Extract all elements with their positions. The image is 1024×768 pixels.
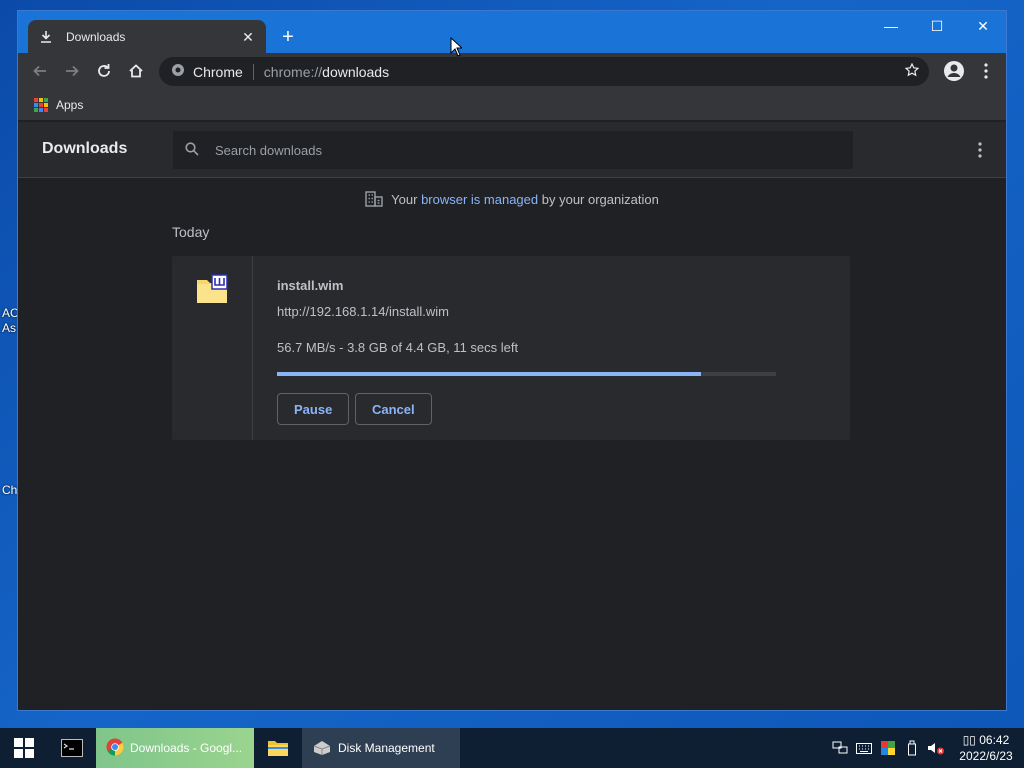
managed-suffix: by your organization: [541, 191, 659, 207]
keyboard-icon[interactable]: [852, 728, 876, 768]
address-bar[interactable]: Chrome chrome://downloads: [159, 57, 929, 86]
download-item: install.wim http://192.168.1.14/install.…: [172, 256, 850, 440]
new-tab-button[interactable]: +: [276, 25, 300, 49]
forward-icon[interactable]: [56, 55, 88, 87]
clock-date: 2022/6/23: [959, 749, 1013, 763]
reload-icon[interactable]: [88, 55, 120, 87]
home-icon[interactable]: [120, 55, 152, 87]
desktop-icon-label[interactable]: Ch: [2, 483, 17, 497]
file-icon: [196, 274, 228, 304]
browser-menu-icon[interactable]: [976, 57, 996, 85]
mouse-cursor-icon: [450, 37, 462, 57]
taskbar-chrome-label: Downloads - Googl...: [130, 741, 243, 755]
managed-notice: Your browser is managed by your organiza…: [18, 191, 1006, 210]
taskbar-disk-management-item[interactable]: Disk Management: [302, 728, 460, 768]
cancel-button[interactable]: Cancel: [355, 393, 432, 425]
minimize-icon[interactable]: —: [868, 11, 914, 41]
downloads-header: Downloads: [18, 122, 1006, 178]
taskbar-disk-label: Disk Management: [338, 741, 435, 755]
search-box[interactable]: [173, 131, 853, 169]
browser-window: Downloads ✕ + — ☐ ✕ Chrome chrome://down…: [17, 10, 1007, 711]
toolbar: Chrome chrome://downloads: [18, 53, 1006, 89]
taskbar-chrome-item[interactable]: Downloads - Googl...: [96, 728, 254, 768]
file-url[interactable]: http://192.168.1.14/install.wim: [277, 304, 449, 319]
maximize-icon[interactable]: ☐: [914, 11, 960, 41]
disk-management-icon: [312, 738, 332, 759]
building-icon: [365, 191, 383, 210]
network-icon[interactable]: [828, 728, 852, 768]
origin-chip: Chrome: [193, 63, 254, 80]
close-window-icon[interactable]: ✕: [960, 11, 1006, 41]
taskbar: Downloads - Googl... Disk Management ▯▯ …: [0, 728, 1024, 768]
url-scheme: chrome://: [263, 63, 323, 80]
clock-time: ▯▯ 06:42: [962, 733, 1010, 747]
close-icon[interactable]: ✕: [240, 29, 256, 45]
chrome-icon: [106, 738, 124, 759]
search-icon: [185, 141, 199, 159]
download-status: 56.7 MB/s - 3.8 GB of 4.4 GB, 11 secs le…: [277, 340, 519, 355]
pause-button[interactable]: Pause: [277, 393, 350, 425]
page-title: Downloads: [42, 140, 128, 157]
window-controls: — ☐ ✕: [868, 11, 1006, 41]
download-icon: [38, 29, 54, 45]
color-app-icon[interactable]: [876, 728, 900, 768]
usb-icon[interactable]: [900, 728, 924, 768]
managed-link[interactable]: browser is managed: [421, 192, 538, 207]
profile-icon[interactable]: [940, 57, 968, 85]
date-group-header: Today: [172, 224, 210, 240]
file-name[interactable]: install.wim: [277, 278, 343, 293]
page-menu-icon[interactable]: [978, 142, 982, 163]
managed-prefix: Your: [391, 191, 418, 207]
volume-muted-icon[interactable]: [924, 728, 948, 768]
system-tray: ▯▯ 06:42 2022/6/23: [828, 728, 1024, 768]
start-icon[interactable]: [0, 728, 48, 768]
file-icon-column: [172, 256, 253, 440]
apps-icon[interactable]: [34, 97, 48, 112]
url-text: chrome://downloads: [264, 64, 389, 80]
system-clock[interactable]: ▯▯ 06:42 2022/6/23: [948, 732, 1024, 764]
apps-bookmark[interactable]: Apps: [56, 98, 83, 112]
download-progress-bar: [277, 372, 776, 376]
title-bar[interactable]: Downloads ✕ + — ☐ ✕: [18, 11, 1006, 53]
url-path: downloads: [322, 63, 390, 80]
progress-fill: [277, 372, 702, 376]
bookmarks-bar: Apps: [18, 89, 1006, 121]
file-explorer-icon[interactable]: [254, 728, 302, 768]
chrome-icon: [171, 63, 185, 80]
star-icon[interactable]: [904, 62, 920, 80]
search-input[interactable]: [215, 142, 815, 158]
tab-title: Downloads: [66, 29, 126, 44]
desktop-icon-label[interactable]: As: [2, 321, 16, 335]
terminal-icon[interactable]: [48, 728, 96, 768]
back-icon[interactable]: [24, 55, 56, 87]
tab-downloads[interactable]: Downloads ✕: [28, 20, 266, 53]
